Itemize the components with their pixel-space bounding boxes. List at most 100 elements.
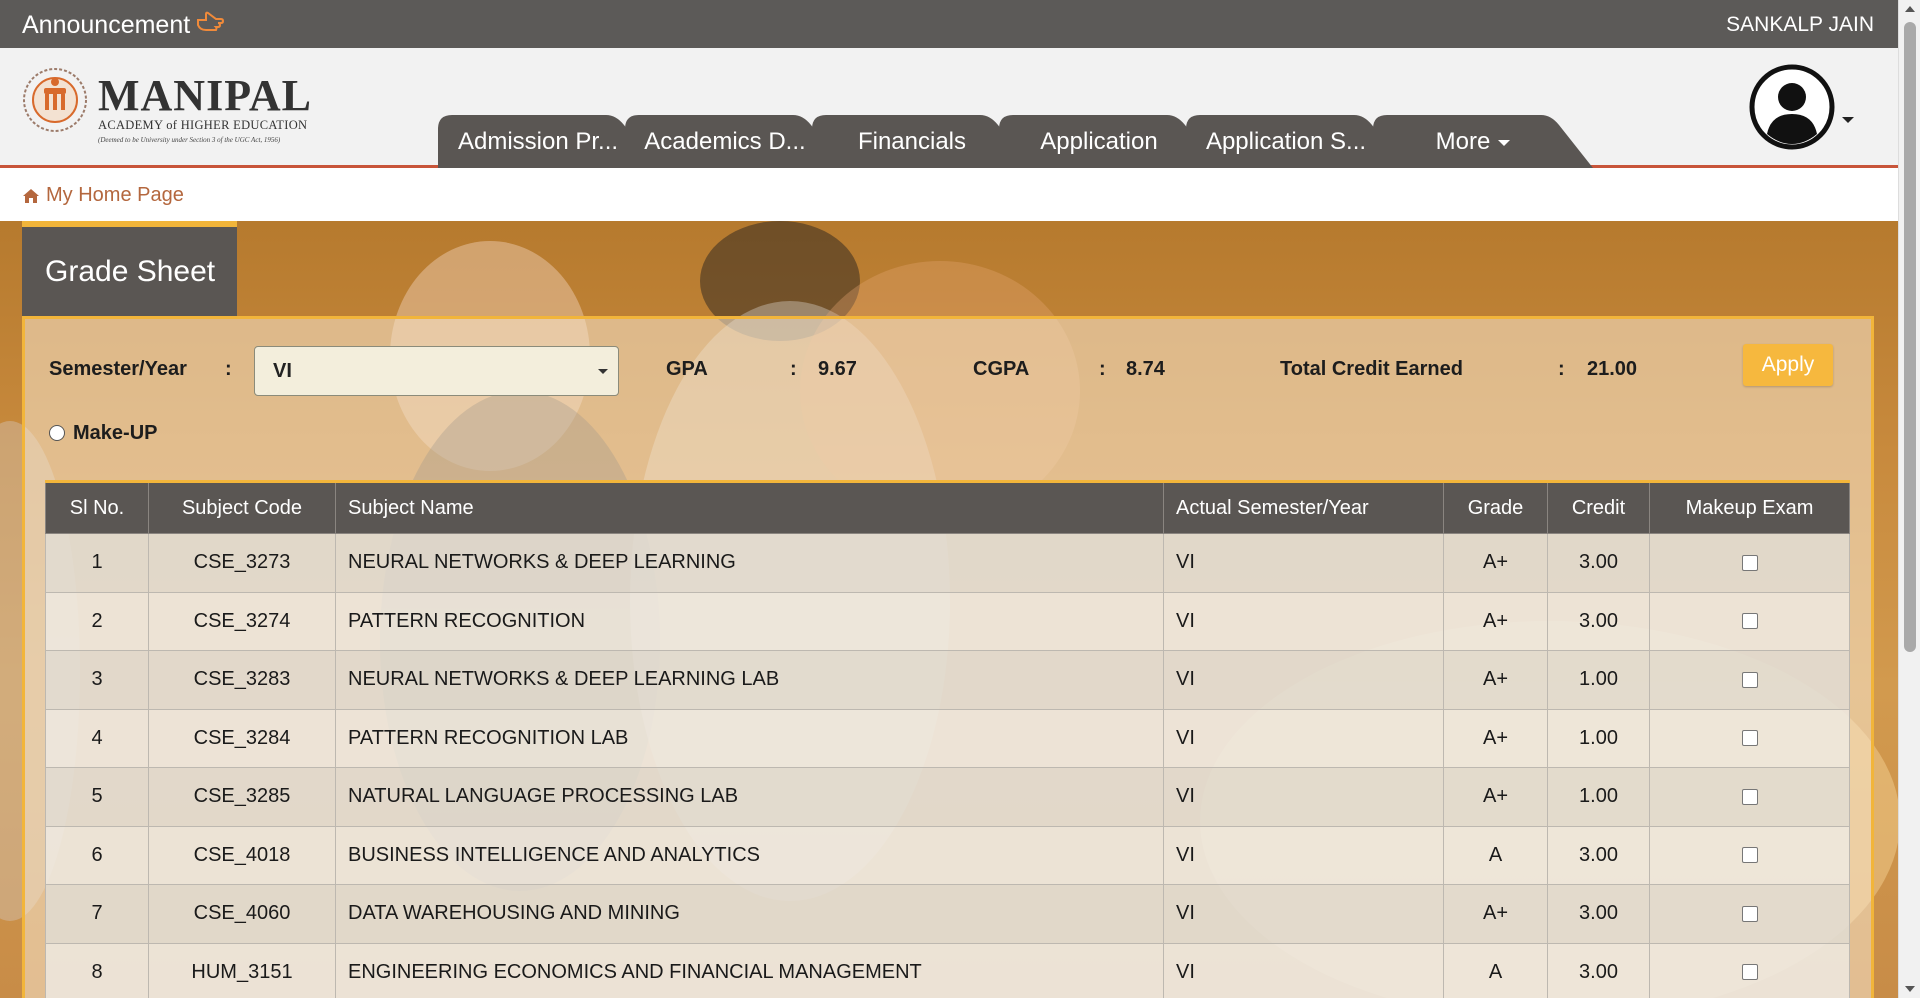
gpa-label: GPA bbox=[666, 358, 708, 380]
makeup-exam-checkbox[interactable] bbox=[1741, 730, 1758, 747]
scroll-down-arrow-icon[interactable] bbox=[1905, 986, 1915, 992]
makeup-exam-checkbox[interactable] bbox=[1741, 905, 1758, 922]
chevron-down-icon bbox=[1498, 139, 1511, 146]
colon-separator: : bbox=[1558, 358, 1565, 380]
cell-credit: 3.00 bbox=[1547, 533, 1650, 593]
cell-grade: A+ bbox=[1443, 591, 1548, 651]
tab-label: Financials bbox=[857, 128, 967, 155]
breadcrumb: My Home Page bbox=[0, 171, 1898, 221]
cgpa-value: 8.74 bbox=[1126, 358, 1165, 380]
table-row: 7 CSE_4060 DATA WAREHOUSING AND MINING V… bbox=[45, 884, 1850, 944]
semester-select[interactable]: VI bbox=[254, 346, 619, 396]
cell-subject-code: CSE_3274 bbox=[148, 591, 336, 651]
chevron-down-icon bbox=[598, 369, 608, 374]
cell-sl-no: 8 bbox=[45, 942, 149, 998]
breadcrumb-home-link[interactable]: My Home Page bbox=[22, 184, 184, 207]
colon-separator: : bbox=[225, 358, 232, 380]
cell-actual-semester: VI bbox=[1163, 708, 1444, 768]
tab-label: Application bbox=[1040, 128, 1158, 155]
cell-actual-semester: VI bbox=[1163, 767, 1444, 827]
grade-table: Sl No. Subject Code Subject Name Actual … bbox=[45, 480, 1850, 998]
table-row: 4 CSE_3284 PATTERN RECOGNITION LAB VI A+… bbox=[45, 708, 1850, 768]
column-header-grade: Grade bbox=[1443, 481, 1548, 534]
scroll-up-arrow-icon[interactable] bbox=[1905, 6, 1915, 12]
cell-credit: 1.00 bbox=[1547, 708, 1650, 768]
makeup-exam-checkbox[interactable] bbox=[1741, 554, 1758, 571]
announcement-bar: Announcement SANKALP JAIN bbox=[0, 0, 1898, 48]
makeup-exam-checkbox[interactable] bbox=[1741, 788, 1758, 805]
cell-subject-name: NEURAL NETWORKS & DEEP LEARNING bbox=[335, 533, 1164, 593]
cell-makeup-exam bbox=[1649, 884, 1850, 944]
manipal-logo[interactable]: MANIPAL ACADEMY of HIGHER EDUCATION (Dee… bbox=[20, 62, 311, 152]
column-header-actual-semester: Actual Semester/Year bbox=[1163, 481, 1444, 534]
column-header-sl-no: Sl No. bbox=[45, 481, 149, 534]
column-header-credit: Credit bbox=[1547, 481, 1650, 534]
makeup-exam-checkbox[interactable] bbox=[1741, 847, 1758, 864]
table-row: 6 CSE_4018 BUSINESS INTELLIGENCE AND ANA… bbox=[45, 825, 1850, 885]
makeup-exam-checkbox[interactable] bbox=[1741, 964, 1758, 981]
semester-label: Semester/Year bbox=[49, 358, 187, 380]
cell-sl-no: 6 bbox=[45, 825, 149, 885]
apply-button[interactable]: Apply bbox=[1743, 344, 1833, 386]
cell-subject-code: CSE_3273 bbox=[148, 533, 336, 593]
cell-subject-name: PATTERN RECOGNITION bbox=[335, 591, 1164, 651]
cell-credit: 3.00 bbox=[1547, 591, 1650, 651]
cell-sl-no: 2 bbox=[45, 591, 149, 651]
makeup-exam-checkbox[interactable] bbox=[1741, 613, 1758, 630]
cell-actual-semester: VI bbox=[1163, 942, 1444, 998]
cell-makeup-exam bbox=[1649, 825, 1850, 885]
tab-label: Admission Pr... bbox=[457, 128, 619, 155]
user-circle-icon[interactable] bbox=[1749, 64, 1835, 150]
cell-subject-code: CSE_3283 bbox=[148, 650, 336, 710]
cell-credit: 3.00 bbox=[1547, 942, 1650, 998]
cell-sl-no: 1 bbox=[45, 533, 149, 593]
makeup-radio[interactable] bbox=[49, 425, 65, 441]
cell-sl-no: 5 bbox=[45, 767, 149, 827]
table-row: 5 CSE_3285 NATURAL LANGUAGE PROCESSING L… bbox=[45, 767, 1850, 827]
chevron-down-icon[interactable] bbox=[1842, 117, 1854, 123]
tab-more-label: More bbox=[1373, 115, 1561, 168]
cell-makeup-exam bbox=[1649, 942, 1850, 998]
scrollbar-thumb[interactable] bbox=[1904, 22, 1916, 652]
total-credit-label: Total Credit Earned bbox=[1280, 358, 1463, 380]
cell-credit: 1.00 bbox=[1547, 767, 1650, 827]
column-header-subject-name: Subject Name bbox=[335, 481, 1164, 534]
breadcrumb-home-label: My Home Page bbox=[46, 184, 184, 206]
user-name[interactable]: SANKALP JAIN bbox=[1726, 13, 1874, 37]
cell-actual-semester: VI bbox=[1163, 884, 1444, 944]
cell-grade: A+ bbox=[1443, 884, 1548, 944]
cell-subject-name: BUSINESS INTELLIGENCE AND ANALYTICS bbox=[335, 825, 1164, 885]
main-header: MANIPAL ACADEMY of HIGHER EDUCATION (Dee… bbox=[0, 48, 1898, 168]
tab-label: Application S... bbox=[1205, 128, 1367, 155]
cell-subject-code: CSE_3285 bbox=[148, 767, 336, 827]
makeup-exam-checkbox[interactable] bbox=[1741, 671, 1758, 688]
cell-actual-semester: VI bbox=[1163, 591, 1444, 651]
grade-sheet-tab: Grade Sheet bbox=[22, 221, 237, 316]
table-header-row: Sl No. Subject Code Subject Name Actual … bbox=[45, 481, 1850, 534]
cell-makeup-exam bbox=[1649, 591, 1850, 651]
cell-subject-code: CSE_3284 bbox=[148, 708, 336, 768]
home-icon bbox=[23, 188, 39, 203]
colon-separator: : bbox=[1099, 358, 1106, 380]
tab-more[interactable]: More bbox=[1373, 115, 1603, 168]
tab-label: Academics D... bbox=[644, 128, 806, 155]
makeup-label: Make-UP bbox=[73, 422, 158, 444]
cell-subject-code: CSE_4018 bbox=[148, 825, 336, 885]
table-row: 1 CSE_3273 NEURAL NETWORKS & DEEP LEARNI… bbox=[45, 533, 1850, 593]
cell-subject-name: ENGINEERING ECONOMICS AND FINANCIAL MANA… bbox=[335, 942, 1164, 998]
total-credit-value: 21.00 bbox=[1587, 358, 1638, 380]
cell-grade: A+ bbox=[1443, 708, 1548, 768]
cell-subject-code: HUM_3151 bbox=[148, 942, 336, 998]
tab-label: More bbox=[1435, 128, 1491, 155]
cell-grade: A bbox=[1443, 825, 1548, 885]
grade-sheet-title: Grade Sheet bbox=[45, 255, 216, 288]
page-scrollbar[interactable] bbox=[1898, 0, 1920, 998]
cell-makeup-exam bbox=[1649, 533, 1850, 593]
table-row: 2 CSE_3274 PATTERN RECOGNITION VI A+ 3.0… bbox=[45, 591, 1850, 651]
announcement-link[interactable]: Announcement bbox=[22, 10, 225, 41]
cell-sl-no: 7 bbox=[45, 884, 149, 944]
logo-subtitle: ACADEMY of HIGHER EDUCATION bbox=[98, 118, 308, 132]
logo-tagline: (Deemed to be University under Section 3… bbox=[98, 136, 281, 144]
cell-grade: A bbox=[1443, 942, 1548, 998]
table-row: 8 HUM_3151 ENGINEERING ECONOMICS AND FIN… bbox=[45, 942, 1850, 998]
